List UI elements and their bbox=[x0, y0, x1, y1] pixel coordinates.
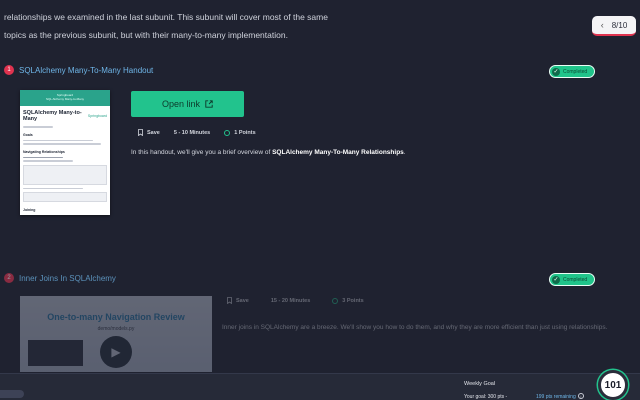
intro-line-2: topics as the previous subunit, but with… bbox=[4, 30, 288, 40]
save-button[interactable]: Save bbox=[138, 129, 160, 136]
check-icon: ✓ bbox=[552, 67, 560, 76]
info-icon[interactable]: i bbox=[578, 393, 584, 399]
completed-badge: ✓ Completed bbox=[549, 65, 595, 78]
handout-thumbnail[interactable]: Springboard SQL Alchemy Many-to-Many SQL… bbox=[20, 90, 110, 215]
chevron-left-icon[interactable]: ‹ bbox=[601, 20, 604, 30]
points-remaining: 199 pts remaining bbox=[536, 394, 576, 400]
item-2-description: Inner joins in SQLAlchemy are a breeze. … bbox=[222, 324, 608, 331]
item-number: 2 bbox=[4, 273, 14, 283]
bookmark-icon bbox=[227, 297, 232, 304]
goal-text: Your goal: 300 pts - bbox=[464, 394, 508, 400]
thumbnail-title: SQLAlchemy Many-to-Many Springboard bbox=[23, 110, 107, 122]
item-1-title[interactable]: SQLAlchemy Many-To-Many Handout bbox=[19, 66, 153, 75]
intro-text: relationships we examined in the last su… bbox=[4, 8, 334, 44]
pager[interactable]: ‹ 8/10 bbox=[592, 16, 636, 36]
item-2-header: 2 Inner Joins In SQLAlchemy bbox=[4, 273, 116, 283]
item-2-meta: Save 15 - 20 Minutes 3 Points bbox=[227, 297, 364, 304]
points-icon bbox=[332, 297, 339, 304]
weekly-goal-label: Weekly Goal bbox=[464, 381, 496, 387]
points: 3 Points bbox=[332, 297, 364, 304]
footer-bar: Weekly Goal Your goal: 300 pts - 199 pts… bbox=[0, 373, 640, 400]
video-thumbnail[interactable]: One-to-many Navigation Review demo/model… bbox=[20, 296, 212, 372]
play-icon[interactable]: ▶ bbox=[100, 336, 132, 368]
score-badge[interactable]: 101 bbox=[598, 370, 628, 400]
save-button[interactable]: Save bbox=[227, 297, 249, 304]
item-1-header: 1 SQLAlchemy Many-To-Many Handout bbox=[4, 65, 153, 75]
item-1-meta: Save 5 - 10 Minutes 1 Points bbox=[138, 129, 256, 136]
duration: 5 - 10 Minutes bbox=[173, 129, 211, 136]
code-snippet bbox=[28, 340, 83, 366]
external-link-icon bbox=[205, 100, 213, 108]
video-title: One-to-many Navigation Review bbox=[47, 312, 185, 322]
thumbnail-banner: Springboard SQL Alchemy Many-to-Many bbox=[20, 90, 110, 106]
bookmark-icon bbox=[138, 129, 143, 136]
progress-bar bbox=[0, 390, 24, 398]
open-link-button[interactable]: Open link bbox=[131, 91, 244, 117]
pager-text: 8/10 bbox=[611, 20, 628, 30]
intro-line-1: relationships we examined in the last su… bbox=[4, 12, 328, 22]
check-icon: ✓ bbox=[552, 275, 560, 284]
item-2-title[interactable]: Inner Joins In SQLAlchemy bbox=[19, 274, 116, 283]
completed-badge: ✓ Completed bbox=[549, 273, 595, 286]
points: 1 Points bbox=[224, 129, 256, 136]
points-icon bbox=[224, 129, 231, 136]
video-subtitle: demo/models.py bbox=[97, 326, 135, 332]
item-1-description: In this handout, we'll give you a brief … bbox=[131, 149, 406, 156]
item-number: 1 bbox=[4, 65, 14, 75]
duration: 15 - 20 Minutes bbox=[270, 297, 311, 304]
